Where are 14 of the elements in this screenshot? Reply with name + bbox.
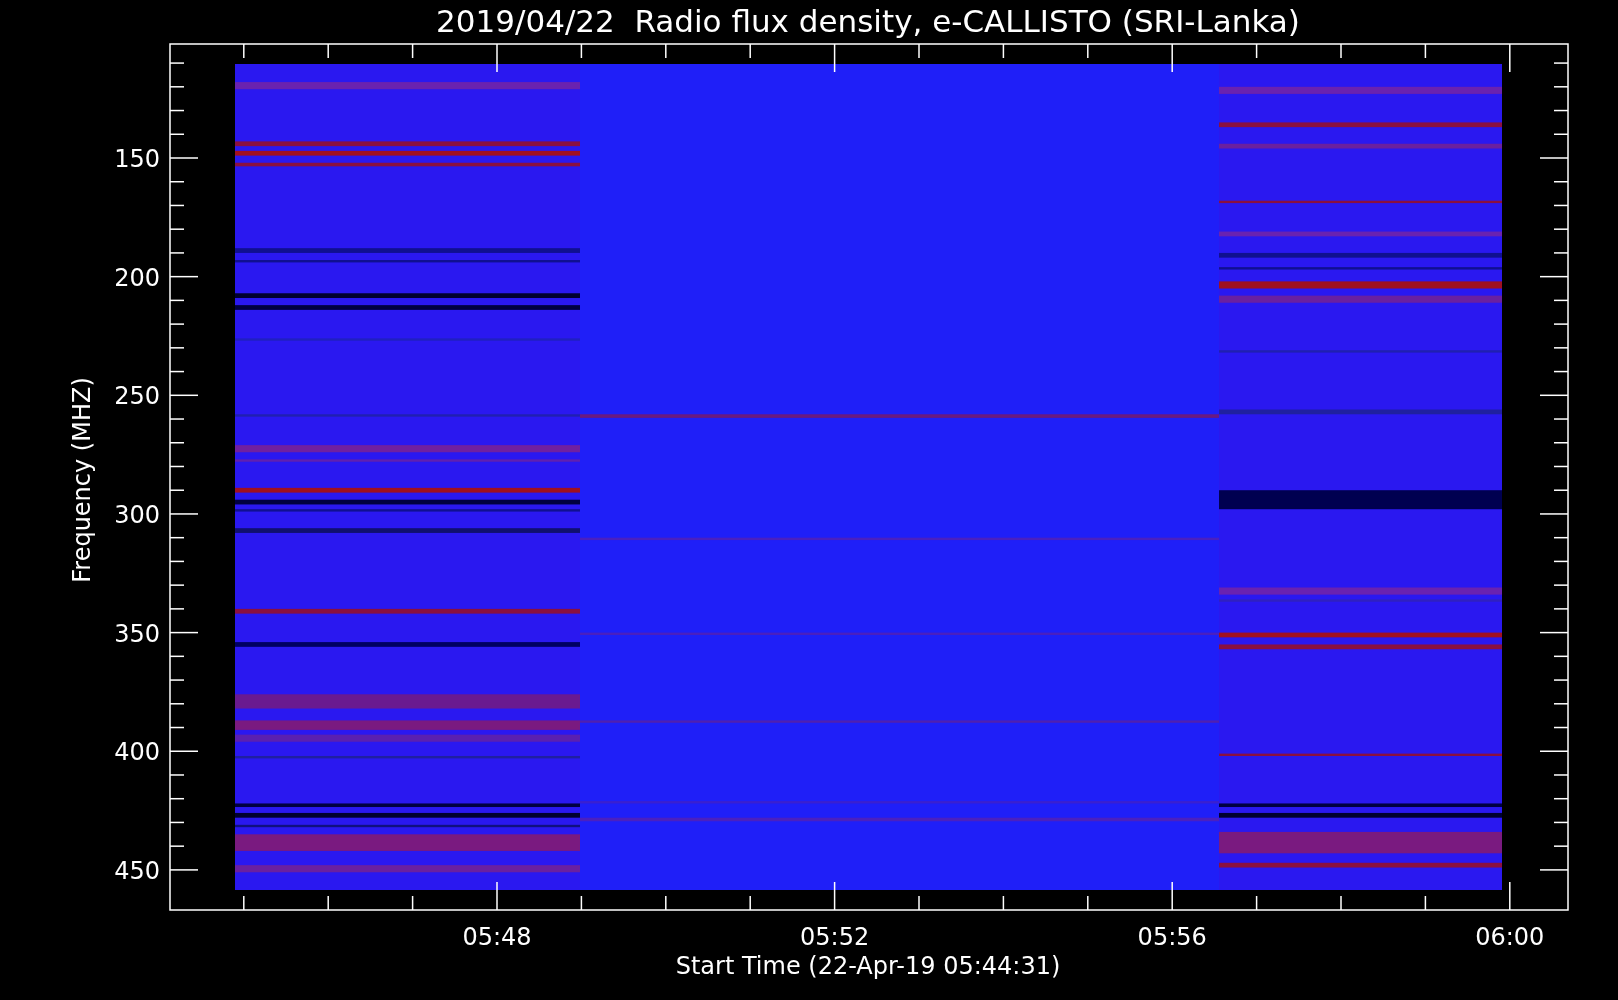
y-tick-label: 450 [114, 856, 160, 885]
y-tick-label: 350 [114, 619, 160, 648]
x-tick-label: 06:00 [1475, 923, 1545, 951]
y-axis-label: Frequency (MHZ) [68, 377, 96, 583]
y-tick-label: 150 [114, 145, 160, 173]
x-tick-label: 05:48 [462, 923, 532, 951]
y-tick-label: 300 [114, 500, 160, 529]
x-tick-label: 05:52 [800, 923, 870, 951]
y-tick-label: 400 [114, 738, 160, 767]
x-tick-label: 05:56 [1137, 923, 1207, 951]
x-axis-label: Start Time (22-Apr-19 05:44:31) [675, 952, 1061, 980]
chart-title: 2019/04/22 Radio flux density, e-CALLISTO (SRI-Lanka) [436, 3, 1300, 39]
y-tick-label: 200 [114, 263, 160, 292]
y-tick-label: 250 [114, 382, 160, 411]
